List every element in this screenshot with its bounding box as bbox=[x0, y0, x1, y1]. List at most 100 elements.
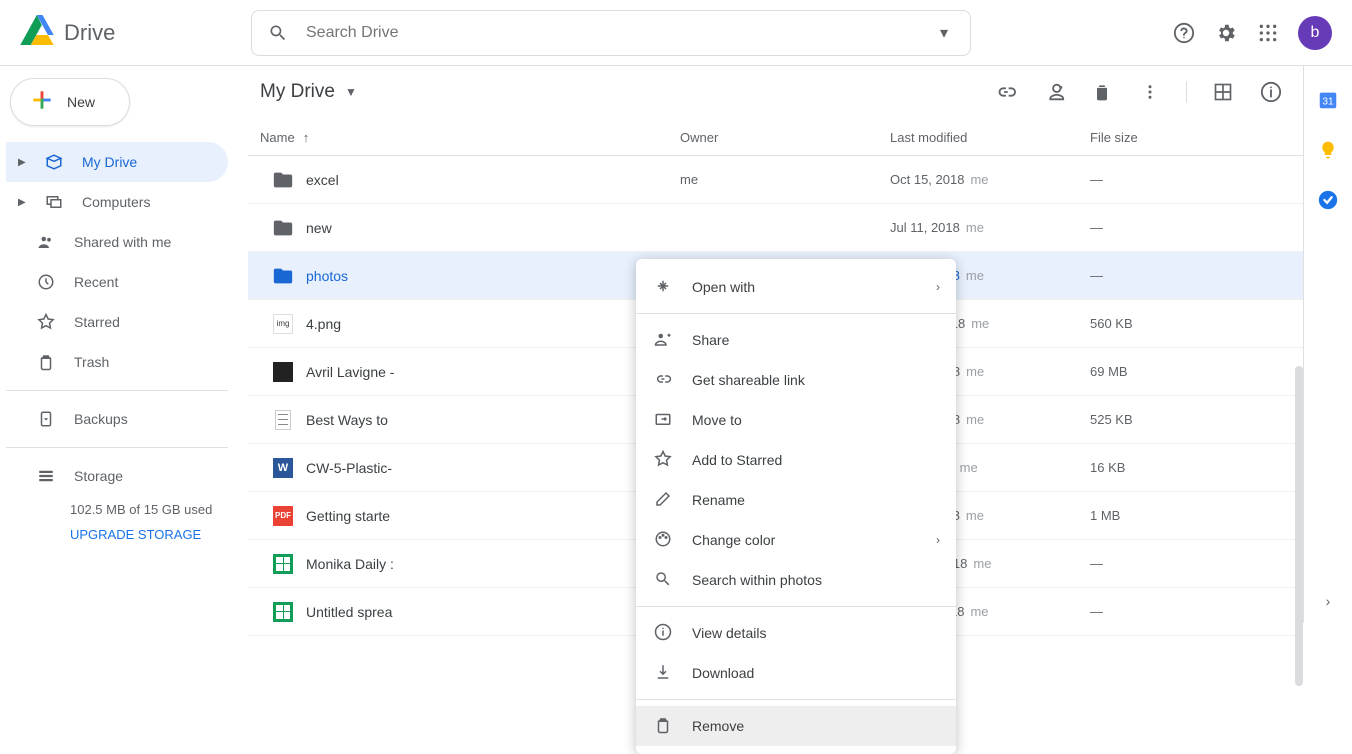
trash-icon bbox=[654, 716, 672, 737]
expand-arrow-icon[interactable]: ▶ bbox=[18, 197, 26, 208]
sidebar-item-my-drive[interactable]: ▶My Drive bbox=[6, 142, 228, 182]
keep-icon[interactable] bbox=[1316, 138, 1340, 162]
context-menu: Open with › Share Get shareable linkMove to… bbox=[636, 259, 956, 754]
table-row[interactable]: excelmeOct 15, 2018me— bbox=[248, 156, 1303, 204]
col-owner[interactable]: Owner bbox=[680, 130, 890, 145]
account-avatar[interactable]: b bbox=[1298, 16, 1332, 50]
sidebar-item-backups[interactable]: Backups bbox=[6, 399, 228, 439]
searchbar[interactable]: ▾ bbox=[251, 10, 971, 56]
menu-item-change-color[interactable]: Change color› bbox=[636, 520, 956, 560]
new-button[interactable]: New bbox=[10, 78, 130, 126]
open-icon bbox=[654, 277, 672, 298]
menu-item-label: Open with bbox=[692, 279, 755, 295]
sidebar-item-storage[interactable]: Storage bbox=[6, 456, 228, 496]
file-size: — bbox=[1090, 556, 1240, 571]
get-link-icon[interactable] bbox=[994, 80, 1018, 104]
info-icon[interactable] bbox=[1259, 80, 1283, 104]
table-row[interactable]: newJul 11, 2018me— bbox=[248, 204, 1303, 252]
download-icon bbox=[654, 663, 672, 684]
search-icon[interactable] bbox=[266, 21, 290, 45]
file-size: — bbox=[1090, 604, 1240, 619]
sidebar-item-shared-with-me[interactable]: Shared with me bbox=[6, 222, 228, 262]
menu-item-view-details[interactable]: View details bbox=[636, 613, 956, 653]
sidebar-item-label: Trash bbox=[74, 354, 109, 370]
settings-gear-icon[interactable] bbox=[1214, 21, 1238, 45]
expand-rail-icon[interactable]: › bbox=[1326, 593, 1331, 609]
sidebar-item-label: Computers bbox=[82, 194, 150, 210]
menu-item-remove[interactable]: Remove bbox=[636, 706, 956, 746]
rename-icon bbox=[654, 490, 672, 511]
chevron-right-icon: › bbox=[936, 280, 940, 294]
menu-item-label: Download bbox=[692, 665, 754, 681]
app-header: Drive ▾ b bbox=[0, 0, 1352, 66]
file-size: 16 KB bbox=[1090, 460, 1240, 475]
breadcrumb[interactable]: My Drive ▼ bbox=[260, 81, 357, 103]
sidebar-item-trash[interactable]: Trash bbox=[6, 342, 228, 382]
toolbar bbox=[994, 80, 1283, 104]
menu-item-label: Remove bbox=[692, 718, 744, 734]
header-actions: b bbox=[1172, 16, 1340, 50]
menu-item-label: Share bbox=[692, 332, 729, 348]
calendar-icon[interactable]: 31 bbox=[1316, 88, 1340, 112]
scrollbar[interactable] bbox=[1295, 366, 1303, 686]
menu-item-move-to[interactable]: Move to bbox=[636, 400, 956, 440]
file-name: Getting starte bbox=[306, 508, 680, 524]
move-icon bbox=[654, 410, 672, 431]
sheet-icon bbox=[260, 554, 306, 574]
menu-item-label: Add to Starred bbox=[692, 452, 782, 468]
computers-icon bbox=[44, 193, 64, 211]
sort-arrow-icon: ↑ bbox=[303, 130, 310, 145]
share-icon bbox=[654, 330, 672, 351]
apps-grid-icon[interactable] bbox=[1256, 21, 1280, 45]
drive-icon bbox=[44, 153, 64, 171]
sidebar-item-starred[interactable]: Starred bbox=[6, 302, 228, 342]
file-size: 560 KB bbox=[1090, 316, 1240, 331]
menu-separator bbox=[636, 313, 956, 314]
search-input[interactable] bbox=[306, 24, 932, 42]
view-toggle-icon[interactable] bbox=[1211, 80, 1235, 104]
tasks-icon[interactable] bbox=[1316, 188, 1340, 212]
sidebar: New ▶My Drive▶ComputersShared with meRec… bbox=[0, 66, 248, 623]
expand-arrow-icon[interactable]: ▶ bbox=[18, 157, 26, 168]
shared-icon bbox=[36, 233, 56, 251]
col-name[interactable]: Name↑ bbox=[260, 130, 680, 145]
file-size: — bbox=[1090, 172, 1240, 187]
menu-item-label: Search within photos bbox=[692, 572, 822, 588]
search-icon bbox=[654, 570, 672, 591]
search-options-dropdown-icon[interactable]: ▾ bbox=[932, 21, 956, 45]
menu-item-rename[interactable]: Rename bbox=[636, 480, 956, 520]
more-icon[interactable] bbox=[1138, 80, 1162, 104]
palette-icon bbox=[654, 530, 672, 551]
menu-item-label: Change color bbox=[692, 532, 775, 548]
folder-icon bbox=[260, 169, 306, 191]
menu-item-share[interactable]: Share bbox=[636, 320, 956, 360]
menu-item-get-shareable-link[interactable]: Get shareable link bbox=[636, 360, 956, 400]
new-button-label: New bbox=[67, 94, 95, 110]
sidebar-item-label: Backups bbox=[74, 411, 128, 427]
menu-item-add-to-starred[interactable]: Add to Starred bbox=[636, 440, 956, 480]
product-name: Drive bbox=[64, 20, 115, 46]
menu-separator bbox=[636, 606, 956, 607]
share-icon[interactable] bbox=[1042, 80, 1066, 104]
menu-separator bbox=[636, 699, 956, 700]
video-icon bbox=[260, 362, 306, 382]
sidebar-item-recent[interactable]: Recent bbox=[6, 262, 228, 302]
pdf-icon: PDF bbox=[260, 506, 306, 526]
file-size: 1 MB bbox=[1090, 508, 1240, 523]
file-name: Avril Lavigne - bbox=[306, 364, 680, 380]
star-icon bbox=[654, 450, 672, 471]
menu-item-download[interactable]: Download bbox=[636, 653, 956, 693]
sidebar-item-label: Storage bbox=[74, 468, 123, 484]
file-size: — bbox=[1090, 268, 1240, 283]
file-name: new bbox=[306, 220, 680, 236]
col-size[interactable]: File size bbox=[1090, 130, 1240, 145]
menu-item-search-within-photos[interactable]: Search within photos bbox=[636, 560, 956, 600]
col-modified[interactable]: Last modified bbox=[890, 130, 1090, 145]
menu-item-open-with[interactable]: Open with › bbox=[636, 267, 956, 307]
upgrade-storage-link[interactable]: UPGRADE STORAGE bbox=[6, 527, 242, 542]
sidebar-item-computers[interactable]: ▶ Computers bbox=[6, 182, 228, 222]
info-icon bbox=[654, 623, 672, 644]
help-icon[interactable] bbox=[1172, 21, 1196, 45]
delete-icon[interactable] bbox=[1090, 80, 1114, 104]
brand[interactable]: Drive bbox=[20, 15, 245, 50]
